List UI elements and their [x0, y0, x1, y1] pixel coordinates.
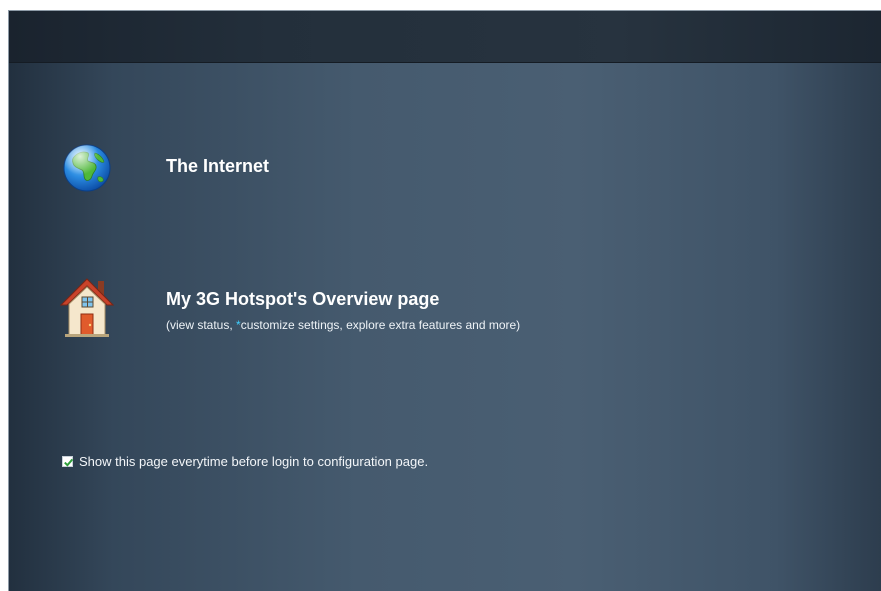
description-prefix: (view status,	[166, 318, 237, 332]
show-page-checkbox[interactable]	[62, 456, 74, 467]
show-page-preference: Show this page everytime before login to…	[62, 454, 428, 469]
house-icon	[59, 277, 115, 339]
checkmark-icon	[64, 458, 74, 467]
overview-option-description: (view status, *customize settings, explo…	[166, 318, 520, 332]
internet-option-title: The Internet	[166, 156, 270, 176]
overview-option-title: My 3G Hotspot's Overview page	[166, 289, 440, 309]
description-suffix: customize settings, explore extra featur…	[240, 318, 521, 332]
overview-option[interactable]: My 3G Hotspot's Overview page (view stat…	[9, 277, 709, 341]
show-page-label[interactable]: Show this page everytime before login to…	[79, 454, 428, 469]
top-bar	[9, 11, 881, 63]
hotspot-landing-panel: The Internet My 3G Hotspot's Overview pa…	[8, 10, 881, 591]
globe-icon	[62, 143, 112, 193]
internet-option[interactable]: The Internet	[9, 141, 609, 197]
